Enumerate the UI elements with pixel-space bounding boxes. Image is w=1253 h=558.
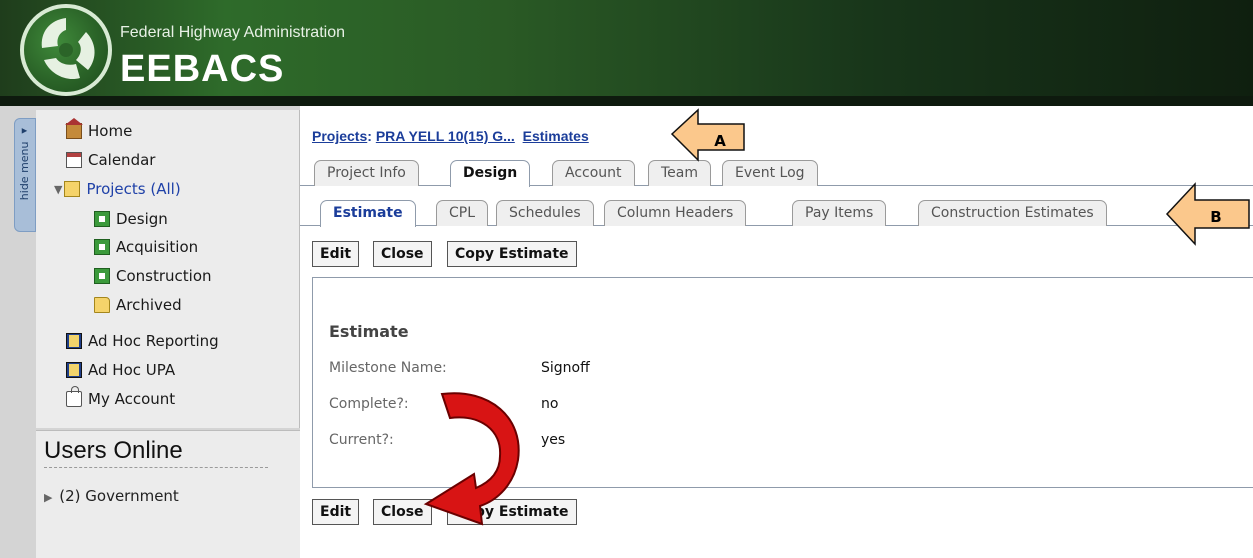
app-header: Federal Highway Administration EEBACS [0, 0, 1253, 106]
expand-caret-icon[interactable]: ▶ [44, 491, 52, 504]
callout-a-label: A [714, 132, 726, 150]
copy-estimate-button[interactable]: Copy Estimate [447, 241, 577, 267]
sidebar-item-label: Archived [116, 296, 182, 314]
breadcrumb-projects-link[interactable]: Projects [312, 128, 367, 144]
current-label: Current?: [329, 432, 394, 448]
breadcrumb: Projects: PRA YELL 10(15) G... Estimates [312, 128, 589, 144]
current-value: yes [541, 432, 566, 448]
folder-open-icon [64, 181, 81, 197]
sidebar-item-label: Projects (All) [86, 180, 181, 198]
sidebar-item-label: Calendar [88, 151, 156, 169]
expand-caret-icon[interactable]: ▼ [54, 183, 62, 196]
subtab-construction-estimates[interactable]: Construction Estimates [918, 200, 1107, 226]
sidebar-item-construction[interactable]: Construction [94, 263, 212, 289]
secondary-tabs: Estimate CPL Schedules Column Headers Pa… [300, 200, 1253, 227]
home-icon [65, 118, 83, 139]
breadcrumb-project-link[interactable]: PRA YELL 10(15) G... [376, 128, 515, 144]
report-icon [66, 362, 82, 378]
sidebar-item-label: Construction [116, 267, 212, 285]
milestone-name-label: Milestone Name: [329, 360, 447, 376]
hide-menu-toggle[interactable]: hide menu ◂ [14, 118, 36, 232]
sidebar-item-calendar[interactable]: Calendar [66, 147, 155, 173]
edit-button[interactable]: Edit [312, 241, 360, 267]
report-icon [66, 333, 82, 349]
folder-icon [94, 297, 110, 313]
green-folder-icon [94, 211, 110, 227]
green-folder-icon [94, 239, 110, 255]
breadcrumb-separator: : [367, 128, 372, 144]
subtab-pay-items[interactable]: Pay Items [792, 200, 887, 226]
lock-icon [66, 386, 82, 407]
users-online-title: Users Online [44, 437, 183, 464]
sidebar-item-label: Acquisition [116, 238, 199, 256]
sidebar-item-ad-hoc-upa[interactable]: Ad Hoc UPA [66, 357, 175, 383]
complete-value: no [541, 396, 559, 412]
sidebar-item-label: Home [88, 122, 133, 140]
sidebar-nav: Home Calendar ▼ Projects (All) Design Ac… [36, 110, 300, 428]
sidebar-item-label: My Account [88, 390, 176, 408]
green-folder-icon [94, 268, 110, 284]
sidebar-item-acquisition[interactable]: Acquisition [94, 234, 198, 260]
close-button[interactable]: Close [373, 241, 432, 267]
complete-label: Complete?: [329, 396, 409, 412]
subtab-schedules[interactable]: Schedules [496, 200, 594, 226]
divider [44, 467, 268, 468]
primary-tabs: Project Info Design Account Team Event L… [300, 160, 1253, 187]
header-band [0, 96, 1253, 106]
tab-design[interactable]: Design [450, 160, 531, 187]
sidebar-item-home[interactable]: Home [65, 118, 133, 144]
sidebar-item-my-account[interactable]: My Account [66, 386, 175, 412]
subtab-cpl[interactable]: CPL [436, 200, 489, 226]
milestone-name-value: Signoff [541, 360, 590, 376]
sidebar-item-ad-hoc-reporting[interactable]: Ad Hoc Reporting [66, 328, 219, 354]
users-online-government[interactable]: ▶ (2) Government [44, 487, 179, 505]
calendar-icon [66, 152, 82, 168]
breadcrumb-estimates-link[interactable]: Estimates [523, 128, 589, 144]
sidebar-item-archived[interactable]: Archived [94, 292, 182, 318]
subtab-column-headers[interactable]: Column Headers [604, 200, 747, 226]
hide-menu-label: hide menu ◂ [18, 125, 31, 201]
sidebar-item-label: Design [116, 210, 168, 228]
tab-account[interactable]: Account [552, 160, 635, 186]
users-online-group-label: (2) Government [59, 487, 179, 505]
sidebar-item-label: Ad Hoc Reporting [88, 332, 219, 350]
estimate-title: Estimate [329, 322, 409, 341]
sidebar-item-label: Ad Hoc UPA [88, 361, 176, 379]
sidebar-item-design[interactable]: Design [94, 206, 168, 232]
subtab-estimate[interactable]: Estimate [320, 200, 416, 227]
callout-b-label: B [1210, 208, 1222, 226]
agency-name: Federal Highway Administration [120, 24, 345, 41]
fhwa-logo [20, 4, 112, 96]
users-online-panel: Users Online ▶ (2) Government [36, 430, 300, 558]
edit-button[interactable]: Edit [312, 499, 360, 525]
app-name: EEBACS [120, 48, 285, 90]
red-curved-arrow-icon [423, 392, 520, 526]
sidebar-item-projects-all[interactable]: ▼ Projects (All) [54, 176, 181, 202]
tab-project-info[interactable]: Project Info [314, 160, 419, 186]
